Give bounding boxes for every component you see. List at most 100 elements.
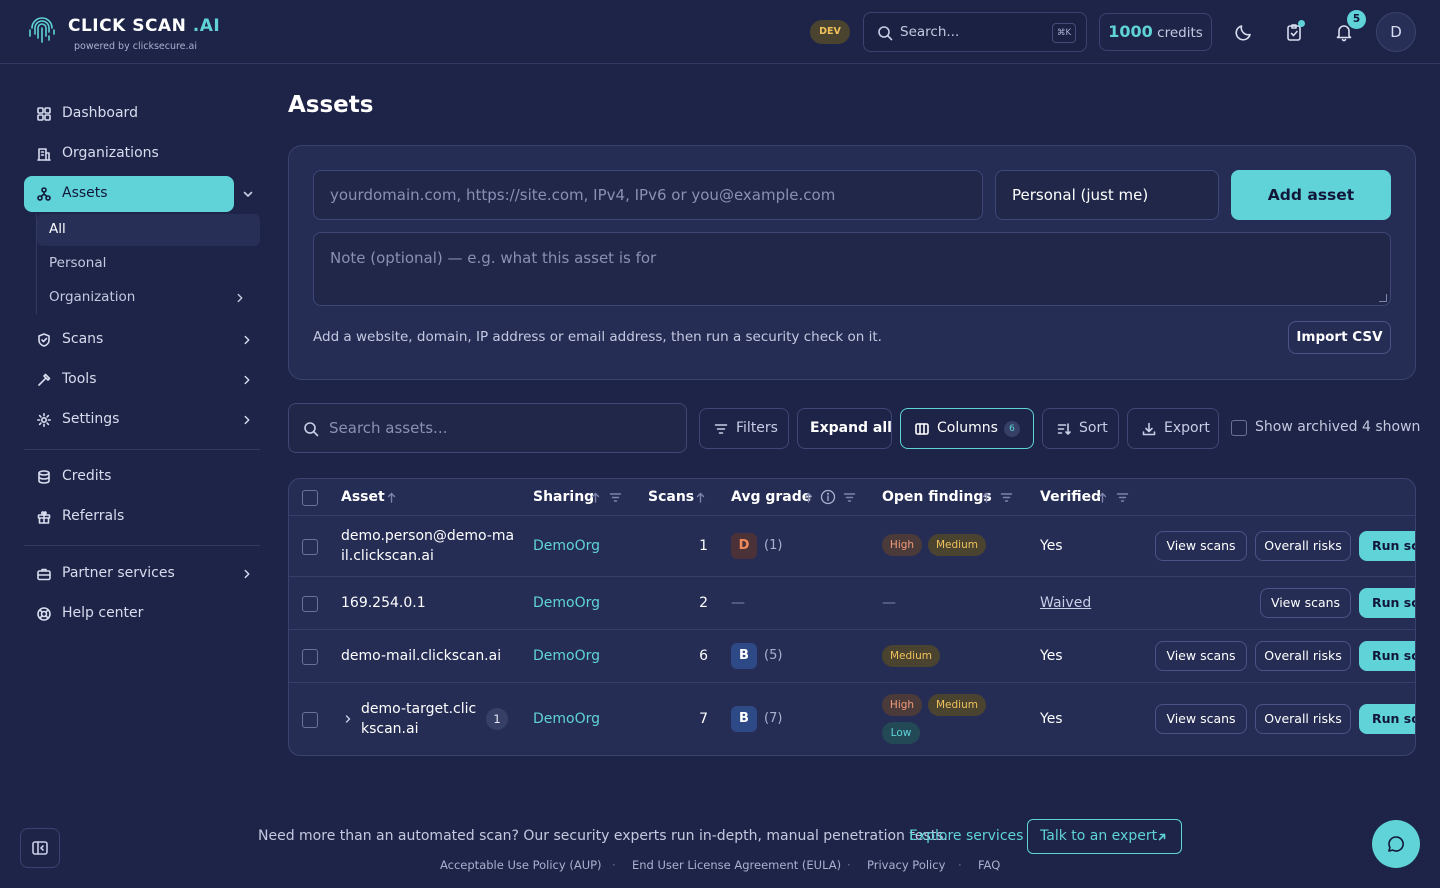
external-link-icon <box>1158 833 1166 841</box>
sidebar-item-referrals[interactable]: Referrals <box>24 499 260 535</box>
add-asset-button[interactable]: Add asset <box>1231 170 1391 220</box>
sidebar-item-help-center[interactable]: Help center <box>24 596 260 632</box>
sidebar-item-label: Settings <box>62 411 120 427</box>
run-scan-button[interactable]: Run sca <box>1359 588 1415 618</box>
aup-link[interactable]: Acceptable Use Policy (AUP) <box>440 858 602 872</box>
resize-handle-icon[interactable] <box>1379 294 1387 302</box>
app-logo-title[interactable]: CLICK SCAN .AI <box>68 16 220 36</box>
info-icon[interactable] <box>820 489 836 505</box>
overall-risks-button[interactable]: Overall risks <box>1255 531 1351 561</box>
sort-arrow-icon[interactable] <box>1096 491 1109 504</box>
expand-row-chevron-icon[interactable] <box>342 713 354 725</box>
overall-risks-button[interactable]: Overall risks <box>1255 641 1351 671</box>
asset-name-line[interactable]: il.clickscan.ai <box>341 546 434 566</box>
row-checkbox[interactable] <box>302 539 318 555</box>
severity-badge-high: High <box>882 534 922 556</box>
sidebar-item-assets[interactable]: Assets <box>24 176 234 212</box>
grade-badge: B <box>731 643 757 669</box>
column-header-verified[interactable]: Verified <box>1040 489 1101 505</box>
sort-button[interactable]: Sort <box>1042 408 1119 449</box>
column-header-scans[interactable]: Scans <box>648 489 694 505</box>
overall-risks-button[interactable]: Overall risks <box>1255 704 1351 734</box>
filter-icon[interactable] <box>843 491 856 504</box>
sidebar-item-credits[interactable]: Credits <box>24 459 260 495</box>
view-scans-button[interactable]: View scans <box>1155 641 1247 671</box>
faq-link[interactable]: FAQ <box>978 858 1000 872</box>
asset-name-line[interactable]: demo-target.clic <box>361 699 476 719</box>
user-avatar[interactable]: D <box>1376 12 1416 52</box>
sort-arrow-icon[interactable] <box>802 491 815 504</box>
verified-waived-link[interactable]: Waived <box>1040 593 1091 613</box>
note-textarea[interactable]: Note (optional) — e.g. what this asset i… <box>313 232 1391 306</box>
chat-support-button[interactable] <box>1372 820 1420 868</box>
sidebar-item-dashboard[interactable]: Dashboard <box>24 96 260 132</box>
select-all-checkbox[interactable] <box>302 490 318 506</box>
sidebar-divider <box>24 449 260 450</box>
talk-to-expert-button[interactable]: Talk to an expert <box>1027 819 1182 854</box>
credits-button[interactable]: 1000 credits <box>1099 13 1212 51</box>
sidebar-item-scans[interactable]: Scans <box>24 322 260 358</box>
expand-all-button[interactable]: Expand all <box>797 408 892 449</box>
search-assets-input[interactable]: Search assets... <box>288 403 687 453</box>
sharing-link[interactable]: DemoOrg <box>533 536 600 556</box>
sidebar-item-settings[interactable]: Settings <box>24 402 260 438</box>
credits-value: 1000 <box>1108 22 1153 41</box>
assets-collapse-toggle[interactable] <box>240 186 256 202</box>
column-header-avg-grade[interactable]: Avg grade <box>731 489 811 505</box>
grade-count: (1) <box>764 538 783 553</box>
row-checkbox[interactable] <box>302 649 318 665</box>
sharing-scope-select[interactable]: Personal (just me) <box>995 170 1219 220</box>
asset-name-line[interactable]: demo.person@demo-ma <box>341 526 514 546</box>
sidebar-item-tools[interactable]: Tools <box>24 362 260 398</box>
sort-arrow-icon[interactable] <box>694 491 707 504</box>
column-header-asset[interactable]: Asset <box>341 489 385 505</box>
columns-button[interactable]: Columns 6 <box>900 408 1034 449</box>
collapse-sidebar-button[interactable] <box>20 828 60 868</box>
asset-name-line[interactable]: 169.254.0.1 <box>341 593 426 613</box>
column-header-open-findings[interactable]: Open findings <box>882 489 992 505</box>
row-checkbox[interactable] <box>302 712 318 728</box>
sidebar-subitem-all[interactable]: All <box>37 214 260 246</box>
run-scan-button[interactable]: Run sca <box>1359 641 1415 671</box>
view-scans-button[interactable]: View scans <box>1155 531 1247 561</box>
sort-arrow-icon[interactable] <box>385 491 398 504</box>
gift-icon <box>37 511 51 524</box>
show-archived-checkbox[interactable] <box>1231 420 1247 436</box>
theme-toggle-button[interactable] <box>1232 20 1256 44</box>
import-csv-button[interactable]: Import CSV <box>1288 321 1391 354</box>
run-scan-button[interactable]: Run sca <box>1359 531 1415 561</box>
chevron-right-icon <box>244 415 250 425</box>
explore-services-link[interactable]: Explore services <box>909 828 1023 844</box>
run-scan-button[interactable]: Run sca <box>1359 704 1415 734</box>
add-asset-helper-text: Add a website, domain, IP address or ema… <box>313 329 882 345</box>
fingerprint-logo-icon[interactable] <box>26 14 58 50</box>
filter-icon[interactable] <box>609 491 622 504</box>
credits-label: credits <box>1157 25 1203 41</box>
global-search-input[interactable]: Search... ⌘K <box>863 12 1087 52</box>
sharing-link[interactable]: DemoOrg <box>533 646 600 666</box>
sidebar-item-partner-services[interactable]: Partner services <box>24 556 260 592</box>
sharing-link[interactable]: DemoOrg <box>533 593 600 613</box>
export-button[interactable]: Export <box>1127 408 1219 449</box>
privacy-policy-link[interactable]: Privacy Policy <box>867 858 945 872</box>
filters-button[interactable]: Filters <box>699 408 789 449</box>
asset-name-line[interactable]: kscan.ai <box>361 719 418 739</box>
sidebar-item-organizations[interactable]: Organizations <box>24 136 260 172</box>
filter-icon[interactable] <box>1116 491 1129 504</box>
eula-link[interactable]: End User License Agreement (EULA) <box>632 858 841 872</box>
export-label: Export <box>1164 420 1210 436</box>
sidebar-subitem-organization[interactable]: Organization <box>37 282 260 314</box>
grid-icon <box>37 107 51 121</box>
sort-arrow-icon[interactable] <box>980 491 993 504</box>
view-scans-button[interactable]: View scans <box>1155 704 1247 734</box>
column-header-sharing[interactable]: Sharing <box>533 489 594 505</box>
filter-icon[interactable] <box>1000 491 1013 504</box>
sharing-link[interactable]: DemoOrg <box>533 709 600 729</box>
grade-badge: D <box>731 533 757 559</box>
asset-input[interactable]: yourdomain.com, https://site.com, IPv4, … <box>313 170 983 220</box>
row-checkbox[interactable] <box>302 596 318 612</box>
view-scans-button[interactable]: View scans <box>1260 588 1351 618</box>
sort-arrow-icon[interactable] <box>589 491 602 504</box>
asset-name-line[interactable]: demo-mail.clickscan.ai <box>341 646 501 666</box>
sidebar-subitem-personal[interactable]: Personal <box>37 248 260 280</box>
